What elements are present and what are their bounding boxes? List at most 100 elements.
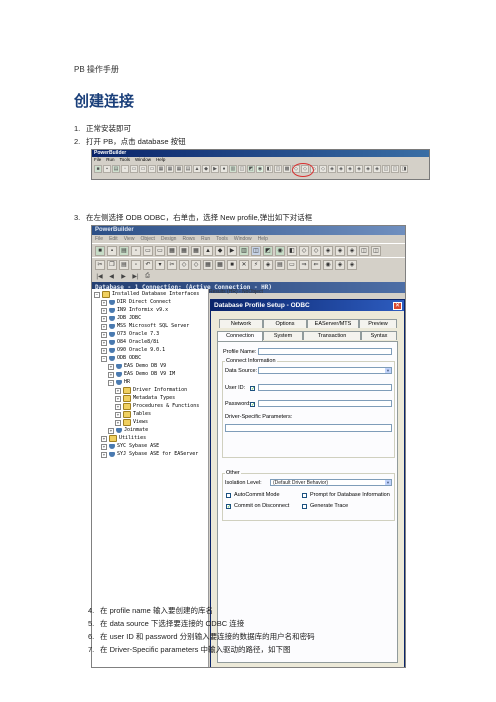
browser-icon[interactable]: ◫ [238,165,246,173]
menu-help[interactable]: Help [156,157,165,163]
expand-icon[interactable]: + [101,323,107,330]
cut-icon[interactable]: ✂ [95,259,105,270]
menu-tools[interactable]: Tools [216,235,228,243]
tree-item[interactable]: − Installed Database Interfaces [94,291,199,298]
close-icon[interactable]: ▫ [131,245,141,256]
tab-system[interactable]: System [263,331,303,340]
tool-icon[interactable]: ◈ [335,245,345,256]
tool-icon[interactable]: ▩ [283,165,291,173]
tree-item[interactable]: + EAS Demo DB V9 IM [108,371,175,378]
grid-icon[interactable]: ▦ [167,245,177,256]
expand-icon[interactable]: + [101,299,107,306]
grid-icon[interactable]: ▦ [191,245,201,256]
database-icon[interactable]: ◉ [256,165,264,173]
tool-icon[interactable]: ◈ [373,165,381,173]
window-icon[interactable]: ▭ [143,245,153,256]
tool-icon[interactable]: ▦ [215,259,225,270]
tree-item[interactable]: + MSS Microsoft SQL Server [101,323,189,330]
deploy-icon[interactable]: ◆ [215,245,225,256]
expand-icon[interactable]: + [115,411,121,418]
deploy-icon[interactable]: ◆ [202,165,210,173]
grid-icon[interactable]: ▦ [175,165,183,173]
menu-view[interactable]: View [124,235,135,243]
expand-icon[interactable]: + [101,331,107,338]
clear-icon[interactable]: ▫ [131,259,141,270]
new-icon[interactable]: ■ [94,165,102,173]
tool-icon[interactable]: ◫ [274,165,282,173]
tool-icon[interactable]: ◇ [319,165,327,173]
tool-icon[interactable]: ◈ [355,165,363,173]
tree-item[interactable]: + Views [115,419,148,426]
data-source-select[interactable]: ▼ [258,367,392,374]
tab-syntax[interactable]: Syntax [361,331,397,340]
library-icon[interactable]: ▥ [229,165,237,173]
tool-icon[interactable]: ▤ [275,259,285,270]
close-icon[interactable]: ✕ [393,301,402,310]
expand-icon[interactable]: + [108,427,114,434]
tree-item[interactable]: + O84 Oracle8/8i [101,339,159,346]
trace-checkbox[interactable] [302,504,307,509]
expand-icon[interactable]: + [101,443,107,450]
expand-icon[interactable]: + [101,307,107,314]
tool-icon[interactable]: ◈ [263,259,273,270]
driver-params-input[interactable] [225,424,392,432]
print-icon[interactable]: ⎙ [143,273,152,281]
grid-icon[interactable]: ▦ [157,165,165,173]
build-icon[interactable]: ▲ [203,245,213,256]
tool-icon[interactable]: ◈ [364,165,372,173]
database-icon[interactable]: ◉ [275,245,285,256]
profile-icon[interactable]: ◩ [263,245,273,256]
next-icon[interactable]: ▶ [119,273,128,281]
expand-icon[interactable]: + [108,363,114,370]
menu-run[interactable]: Run [201,235,210,243]
tree-item[interactable]: + Driver Information [115,387,187,394]
tool-icon[interactable]: ◫ [359,245,369,256]
tab-options[interactable]: Options [263,319,307,328]
menu-window[interactable]: Window [135,157,151,163]
tree-item[interactable]: + DIR Direct Connect [101,299,171,306]
menu-file[interactable]: File [94,157,101,163]
tab-transaction[interactable]: Transaction [303,331,361,340]
db-painter-icon[interactable]: ◧ [265,165,273,173]
menu-object[interactable]: Object [140,235,154,243]
open-icon[interactable]: ▤ [112,165,120,173]
menu-file[interactable]: File [95,235,103,243]
tool-icon[interactable]: ◈ [328,165,336,173]
tree-item[interactable]: + Metadata Types [115,395,175,402]
tool-icon[interactable]: ◈ [323,245,333,256]
undo-icon[interactable]: ↶ [143,259,153,270]
tree-item[interactable]: + O73 Oracle 7.3 [101,331,159,338]
browser-icon[interactable]: ◫ [251,245,261,256]
expand-icon[interactable]: + [101,451,107,458]
open-icon[interactable]: ▤ [119,245,129,256]
tree-item[interactable]: + Procedures & Functions [115,403,199,410]
tool-icon[interactable]: ▦ [203,259,213,270]
tree-item[interactable]: + Tables [115,411,151,418]
expand-icon[interactable]: − [101,355,107,362]
expand-icon[interactable]: + [115,395,121,402]
profile-name-input[interactable] [258,348,392,355]
tree-item[interactable]: + EAS Demo DB V9 [108,363,166,370]
password-checkbox[interactable]: ✓ [250,402,255,408]
db-painter-icon[interactable]: ◧ [287,245,297,256]
profile-icon[interactable]: ◩ [247,165,255,173]
expand-icon[interactable]: + [115,403,121,410]
tab-easerver[interactable]: EAServer/MTS [307,319,359,328]
prompt-checkbox[interactable] [302,493,307,498]
tool-icon[interactable]: ◇ [179,259,189,270]
first-icon[interactable]: |◀ [95,273,104,281]
menu-edit[interactable]: Edit [109,235,118,243]
expand-icon[interactable]: + [108,371,114,378]
tool-icon[interactable]: ◈ [337,165,345,173]
exit-icon[interactable]: ◨ [400,165,408,173]
commit-checkbox[interactable]: ✓ [226,504,231,510]
tree-item[interactable]: − ODB ODBC [101,355,141,362]
user-id-input[interactable] [258,384,392,391]
tool-icon[interactable]: ◇ [311,245,321,256]
expand-icon[interactable]: + [115,419,121,426]
tree-item[interactable]: − HR [108,379,130,386]
prev-icon[interactable]: ◀ [107,273,116,281]
autocommit-checkbox[interactable] [226,493,231,498]
tool-icon[interactable]: ◈ [347,245,357,256]
menu-run[interactable]: Run [106,157,114,163]
